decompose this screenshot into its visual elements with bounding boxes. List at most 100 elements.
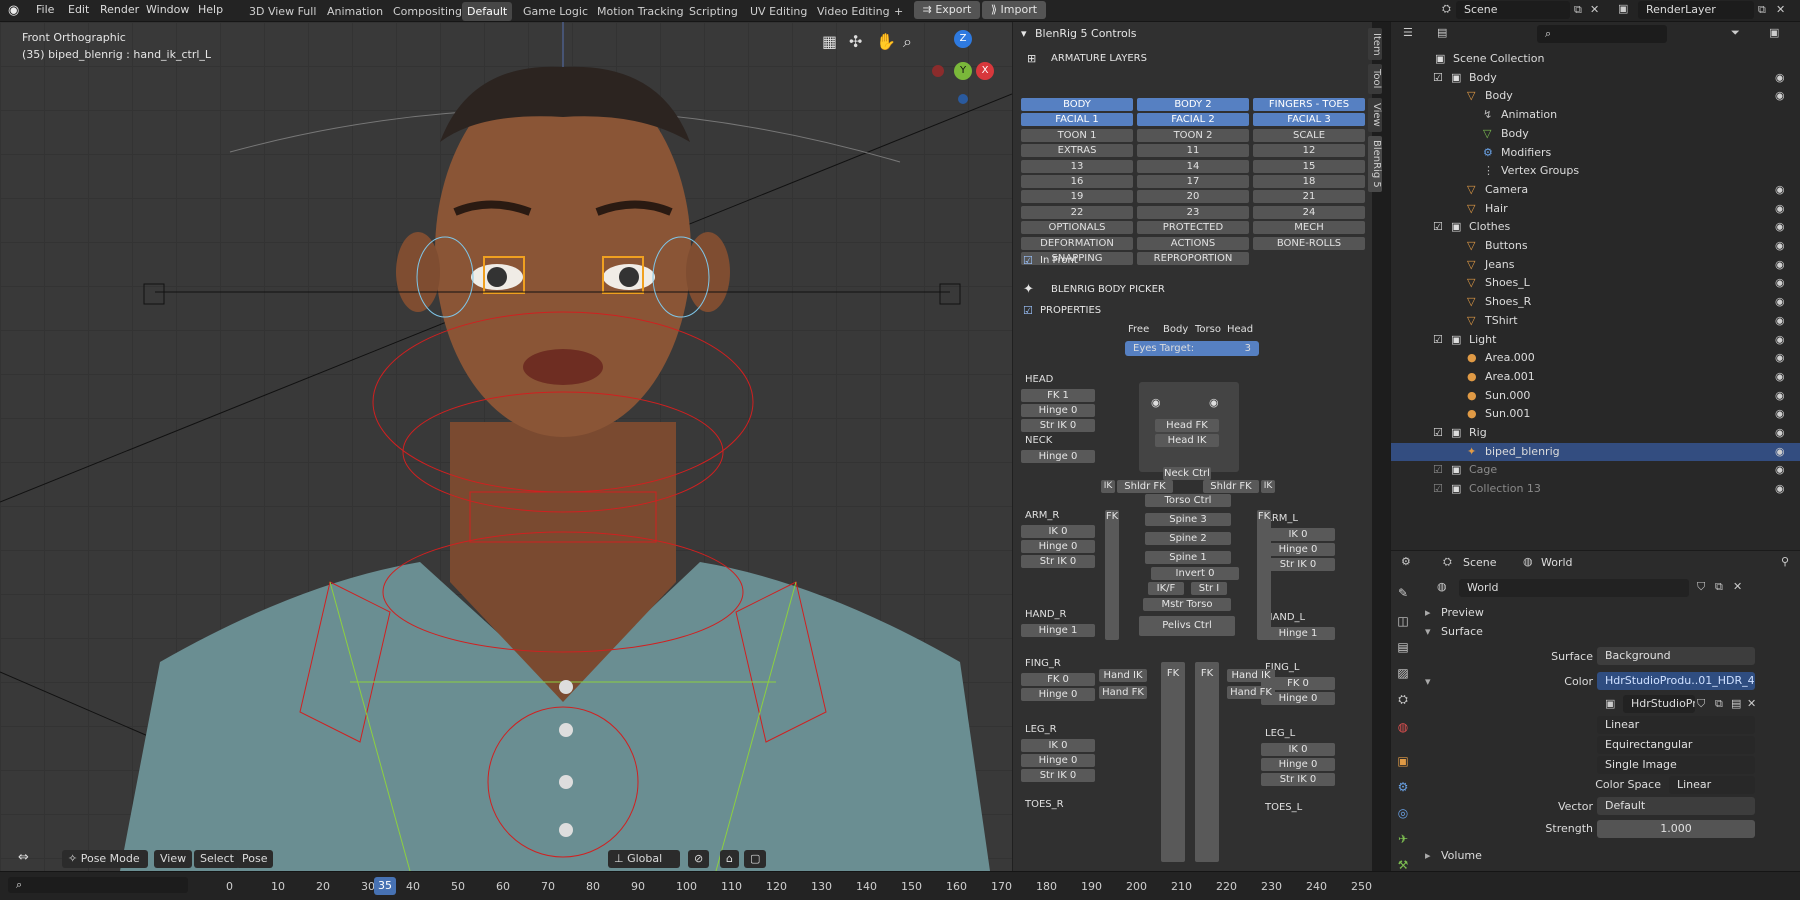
shldr-l-fk-button[interactable]: Shldr FK: [1203, 480, 1259, 493]
hand-l-fk-button[interactable]: Hand FK: [1227, 686, 1275, 699]
leg-l-fk-chain[interactable]: FK: [1195, 662, 1219, 862]
timeline-search-input[interactable]: ⌕: [8, 877, 188, 893]
layer-button-facial-3[interactable]: FACIAL 3: [1253, 113, 1365, 127]
properties-editor-icon[interactable]: ⚙: [1401, 555, 1411, 568]
neck-hinge-slider[interactable]: Hinge 0: [1021, 450, 1095, 463]
tab-blenrig-5[interactable]: BlenRig 5: [1368, 136, 1382, 192]
exclude-checkbox[interactable]: ☑: [1433, 480, 1443, 498]
layer-button-12[interactable]: 12: [1253, 144, 1365, 158]
outliner-row-hair[interactable]: ▽ Hair ◉: [1391, 200, 1800, 218]
visibility-eye-icon[interactable]: ◉: [1775, 480, 1785, 498]
render-layer-selector[interactable]: RenderLayer: [1638, 1, 1754, 19]
mode-selector[interactable]: ✧ Pose Mode: [62, 850, 148, 868]
layer-button-facial-2[interactable]: FACIAL 2: [1137, 113, 1249, 127]
menu-window[interactable]: Window: [146, 3, 189, 16]
arm-r-ik-slider[interactable]: IK 0: [1021, 525, 1095, 538]
opt-body[interactable]: Body: [1163, 324, 1188, 335]
output-tab-icon[interactable]: ▤: [1394, 638, 1412, 656]
gizmo-neg-z[interactable]: [958, 94, 968, 104]
outliner-row-tshirt[interactable]: ▽ TShirt ◉: [1391, 312, 1800, 330]
visibility-eye-icon[interactable]: ◉: [1775, 349, 1785, 367]
layer-button-toon-2[interactable]: TOON 2: [1137, 128, 1249, 142]
arm-r-fk-chain[interactable]: FK: [1105, 510, 1119, 640]
mstr-torso-button[interactable]: Mstr Torso: [1143, 598, 1231, 611]
outliner-row-area-000[interactable]: ● Area.000 ◉: [1391, 349, 1800, 367]
outliner-row-body[interactable]: ☑ ▣ Body ◉: [1391, 69, 1800, 87]
visibility-eye-icon[interactable]: ◉: [1775, 200, 1785, 218]
layer-button-22[interactable]: 22: [1021, 205, 1133, 219]
export-button[interactable]: ⇉ Export: [914, 1, 980, 19]
outliner-row-light[interactable]: ☑ ▣ Light ◉: [1391, 331, 1800, 349]
world-tab-icon[interactable]: ◍: [1394, 718, 1412, 736]
vector-field[interactable]: Default: [1597, 797, 1755, 815]
visibility-eye-icon[interactable]: ◉: [1775, 461, 1785, 479]
hand-r-ik-button[interactable]: Hand IK: [1099, 669, 1147, 682]
arm-l-hinge-slider[interactable]: Hinge 0: [1261, 543, 1335, 556]
fake-user-icon[interactable]: ⛉: [1697, 580, 1705, 594]
add-workspace-button[interactable]: +: [889, 2, 908, 21]
object-tab-icon[interactable]: ▣: [1394, 752, 1412, 770]
image-browse-icon[interactable]: ▣: [1605, 697, 1615, 710]
tool-tab-icon[interactable]: ✎: [1394, 584, 1412, 602]
outliner-row-animation[interactable]: ↯ Animation: [1391, 106, 1800, 124]
scene-context-label[interactable]: Scene: [1463, 556, 1497, 569]
outliner-search-input[interactable]: ⌕: [1537, 25, 1667, 43]
color-texture-field[interactable]: HdrStudioProdu..01_HDR_4K.ex: [1597, 672, 1755, 690]
shldr-r-fk-button[interactable]: Shldr FK: [1117, 480, 1173, 493]
visibility-eye-icon[interactable]: ◉: [1775, 218, 1785, 236]
tab-uv-editing[interactable]: UV Editing: [745, 2, 812, 21]
layer-button-23[interactable]: 23: [1137, 205, 1249, 219]
visibility-eye-icon[interactable]: ◉: [1775, 331, 1785, 349]
tab-video-editing[interactable]: Video Editing: [812, 2, 895, 21]
layer-button-body[interactable]: BODY: [1021, 98, 1133, 111]
color-expand-icon[interactable]: ▾: [1425, 675, 1431, 688]
pelvis-ctrl-button[interactable]: Pelivs Ctrl: [1139, 616, 1235, 636]
head-ik-button[interactable]: Head IK: [1155, 434, 1219, 447]
arm-l-str-ik-slider[interactable]: Str IK 0: [1261, 558, 1335, 571]
pin-icon[interactable]: ⚲: [1781, 555, 1789, 568]
outliner-row-sun-001[interactable]: ● Sun.001 ◉: [1391, 405, 1800, 423]
grid-toggle-icon[interactable]: ▦: [822, 32, 837, 51]
visibility-eye-icon[interactable]: ◉: [1775, 387, 1785, 405]
3d-viewport[interactable]: Front Orthographic (35) biped_blenrig : …: [0, 22, 1012, 871]
outliner-row-jeans[interactable]: ▽ Jeans ◉: [1391, 256, 1800, 274]
visibility-eye-icon[interactable]: ◉: [1775, 424, 1785, 442]
visibility-eye-icon[interactable]: ◉: [1775, 237, 1785, 255]
outliner-row-clothes[interactable]: ☑ ▣ Clothes ◉: [1391, 218, 1800, 236]
tab-scripting[interactable]: Scripting: [684, 2, 743, 21]
volume-header[interactable]: Volume: [1441, 849, 1482, 862]
opt-free[interactable]: Free: [1128, 324, 1149, 335]
hand-r-hinge-slider[interactable]: Hinge 1: [1021, 624, 1095, 637]
leg-r-ik-slider[interactable]: IK 0: [1021, 739, 1095, 752]
render-layer-icon[interactable]: ▣: [1618, 2, 1628, 15]
ik-fk-slider[interactable]: IK/F: [1148, 582, 1184, 595]
pivot-selector[interactable]: ⊘: [688, 850, 710, 868]
view-layer-tab-icon[interactable]: ▨: [1394, 664, 1412, 682]
tab-game-logic[interactable]: Game Logic: [518, 2, 593, 21]
outliner-row-camera[interactable]: ▽ Camera ◉: [1391, 181, 1800, 199]
shldr-r-ik-button[interactable]: IK: [1101, 480, 1115, 493]
collapse-icon[interactable]: ▾: [1021, 27, 1027, 40]
image-fake-user-icon[interactable]: ⛉: [1697, 697, 1705, 711]
exclude-checkbox[interactable]: ☑: [1433, 331, 1443, 349]
strength-slider[interactable]: 1.000: [1597, 820, 1755, 838]
filter-view-icon[interactable]: ▤: [1437, 26, 1447, 39]
exclude-checkbox[interactable]: ☑: [1433, 218, 1443, 236]
pose-tool-icon[interactable]: ⇔: [18, 850, 29, 865]
remove-layer-icon[interactable]: ✕: [1776, 3, 1785, 16]
opt-torso[interactable]: Torso: [1195, 324, 1221, 335]
spine-1-button[interactable]: Spine 1: [1145, 551, 1231, 564]
outliner-row-scene-collection[interactable]: ▣ Scene Collection: [1391, 50, 1800, 68]
transform-orientation[interactable]: ⊥ Global: [608, 850, 680, 868]
spine-2-button[interactable]: Spine 2: [1145, 532, 1231, 545]
layer-button-reproportion[interactable]: REPROPORTION: [1137, 252, 1249, 265]
tab-animation[interactable]: Animation: [322, 2, 388, 21]
layer-button-14[interactable]: 14: [1137, 159, 1249, 173]
layer-button-facial-1[interactable]: FACIAL 1: [1021, 113, 1133, 127]
eye-picker-right-icon[interactable]: ◉: [1209, 396, 1219, 409]
layer-button-fingers-toes[interactable]: FINGERS - TOES: [1253, 98, 1365, 111]
menu-file[interactable]: File: [36, 3, 54, 16]
render-tab-icon[interactable]: ◫: [1394, 612, 1412, 630]
outliner-row-cage[interactable]: ☑ ▣ Cage ◉: [1391, 461, 1800, 479]
shldr-l-ik-button[interactable]: IK: [1261, 480, 1275, 493]
